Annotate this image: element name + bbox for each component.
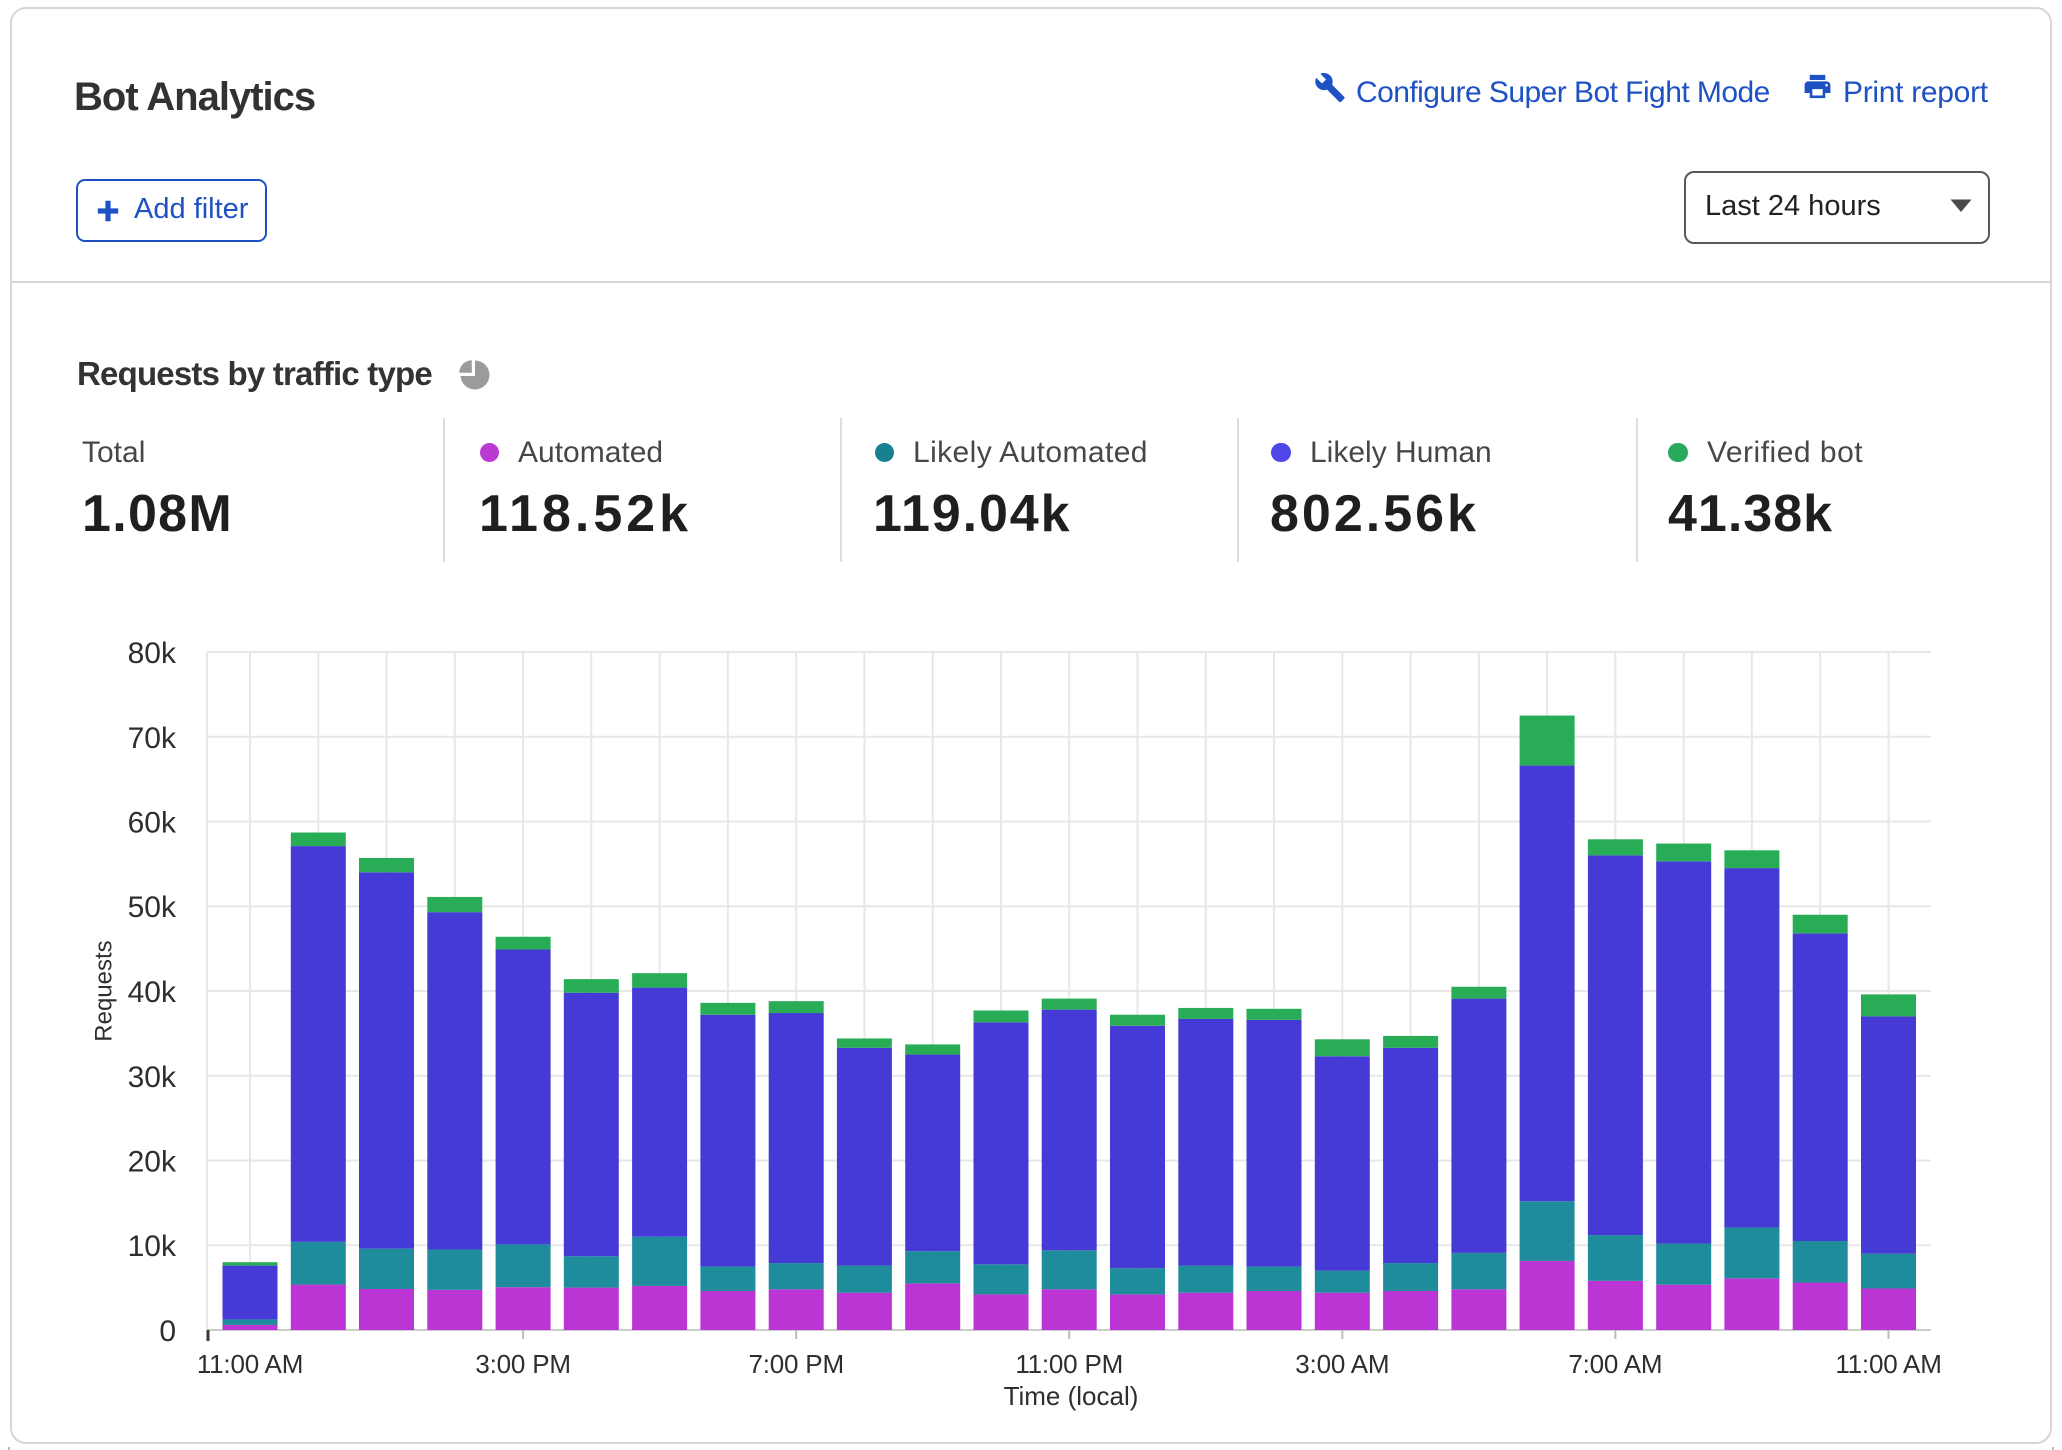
svg-text:50k: 50k (128, 891, 177, 924)
svg-text:80k: 80k (128, 637, 177, 670)
svg-text:11:00 PM: 11:00 PM (1015, 1349, 1123, 1379)
svg-text:11:00 AM: 11:00 AM (1835, 1349, 1941, 1379)
svg-text:40k: 40k (128, 976, 177, 1009)
svg-text:20k: 20k (128, 1146, 177, 1179)
svg-text:10k: 10k (128, 1230, 177, 1263)
svg-text:3:00 PM: 3:00 PM (475, 1349, 570, 1379)
svg-text:30k: 30k (128, 1061, 177, 1094)
svg-text:60k: 60k (128, 807, 177, 840)
svg-text:3:00 AM: 3:00 AM (1295, 1349, 1389, 1379)
svg-text:7:00 PM: 7:00 PM (748, 1349, 843, 1379)
svg-text:0: 0 (159, 1315, 176, 1348)
svg-text:Requests: Requests (91, 940, 118, 1041)
svg-text:Time (local): Time (local) (1004, 1381, 1139, 1411)
svg-text:7:00 AM: 7:00 AM (1568, 1349, 1662, 1379)
svg-text:70k: 70k (128, 722, 177, 755)
svg-text:11:00 AM: 11:00 AM (197, 1349, 303, 1379)
